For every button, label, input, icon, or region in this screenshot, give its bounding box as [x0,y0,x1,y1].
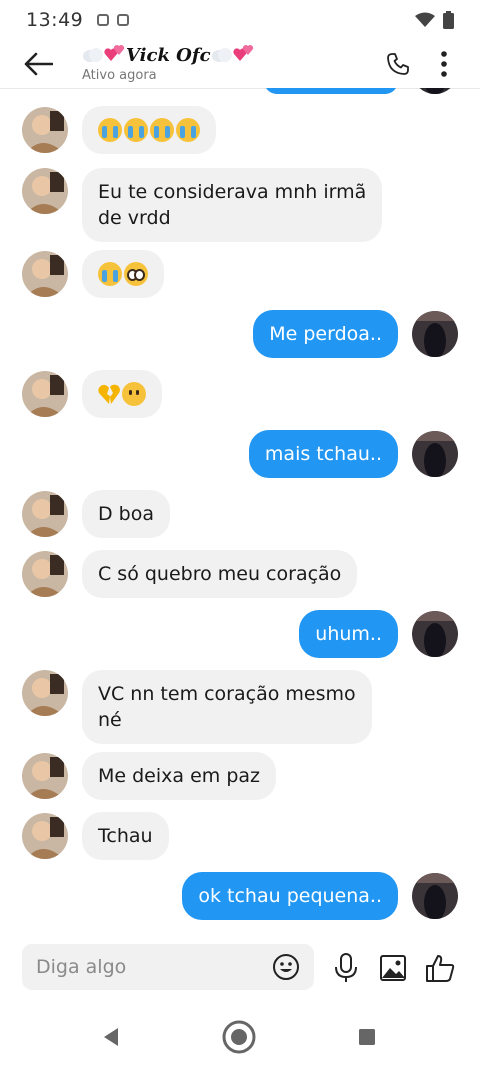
message-text-line: Eu te considerava mnh irmã [98,181,367,203]
thumbs-up-icon [426,955,455,982]
pleading-face-icon [124,262,148,286]
image-icon [380,955,406,981]
message-bubble[interactable]: C só quebro meu coração [82,550,358,598]
crying-face-icon [176,118,200,142]
back-arrow-icon [24,52,53,76]
emoji-row [98,261,148,287]
contact-status: Ativo agora [82,68,157,83]
crying-face-icon [98,118,122,142]
system-status [415,11,454,29]
message-bubble[interactable] [82,250,164,298]
message-bubble[interactable] [82,106,216,154]
nav-back-icon [104,1028,118,1046]
back-button[interactable] [8,40,68,88]
avatar-self[interactable] [412,611,458,657]
like-button[interactable] [422,950,458,986]
message-text-line: né [98,709,122,731]
nav-recents-button[interactable] [350,1020,384,1054]
cloud-emoji-icon [211,48,232,62]
broken-heart-icon [98,384,120,404]
confused-face-icon [122,382,146,406]
more-vert-icon [441,51,447,77]
avatar-contact[interactable] [22,491,68,537]
contact-name: Vick Ofc [126,45,211,66]
system-navigation-bar [0,1006,480,1066]
nav-home-icon [222,1020,256,1054]
nav-back-button[interactable] [94,1020,128,1054]
message-bubble[interactable]: Me perdoa.. [253,310,398,358]
cloud-emoji-icon [83,48,103,62]
microphone-button[interactable] [328,950,364,986]
status-bar: 13:49 [0,0,480,40]
battery-icon [443,11,454,29]
notification-icon [117,14,130,26]
crying-face-icon [98,262,122,286]
notification-icon [97,14,110,26]
avatar-self[interactable] [412,311,458,357]
header-actions [374,40,480,88]
previous-message-bubble [264,88,398,94]
avatar-contact[interactable] [22,168,68,214]
avatar-contact[interactable] [22,371,68,417]
message-bubble[interactable] [82,370,162,418]
two-hearts-icon [232,45,253,61]
message-bubble[interactable]: ok tchau pequena.. [182,872,398,920]
avatar-self[interactable] [412,873,458,919]
avatar-contact[interactable] [22,551,68,597]
emoji-icon[interactable] [272,953,300,981]
message-bubble[interactable]: uhum.. [299,610,398,658]
nav-recents-icon [359,1029,375,1045]
status-time: 13:49 [26,9,84,31]
notification-icons [97,14,130,26]
message-input-container[interactable] [22,944,314,990]
nav-home-button[interactable] [222,1020,256,1054]
wifi-icon [415,12,435,27]
avatar-self [412,88,458,94]
emoji-row [98,381,146,407]
contact-info[interactable]: Vick Ofc Ativo agora [82,45,255,83]
two-hearts-icon [104,45,125,61]
message-input[interactable] [36,956,266,978]
message-text-line: VC nn tem coração mesmo [98,683,356,705]
message-bubble[interactable]: Tchau [82,812,169,860]
message-bubble[interactable]: D boa [82,490,170,538]
crying-face-icon [124,118,148,142]
message-list[interactable]: Eu te considerava mnh irmã de vrdd Me pe… [0,88,480,938]
message-bubble[interactable]: mais tchau.. [248,430,398,478]
avatar-contact[interactable] [22,251,68,297]
composer-bar [0,940,480,996]
emoji-row [98,117,200,143]
image-button[interactable] [375,950,411,986]
crying-face-icon [150,118,174,142]
avatar-contact[interactable] [22,753,68,799]
message-bubble[interactable]: Eu te considerava mnh irmã de vrdd [82,168,383,242]
message-bubble[interactable]: VC nn tem coração mesmo né [82,670,372,744]
more-options-button[interactable] [422,40,466,88]
avatar-self[interactable] [412,431,458,477]
chat-header: Vick Ofc Ativo agora [0,40,480,88]
call-button[interactable] [374,40,422,88]
phone-icon [387,53,409,75]
avatar-contact[interactable] [22,107,68,153]
microphone-icon [335,953,357,982]
avatar-contact[interactable] [22,813,68,859]
message-text-line: de vrdd [98,207,171,229]
message-bubble[interactable]: Me deixa em paz [82,752,276,800]
avatar-contact[interactable] [22,670,68,716]
contact-name-row: Vick Ofc [82,45,255,66]
